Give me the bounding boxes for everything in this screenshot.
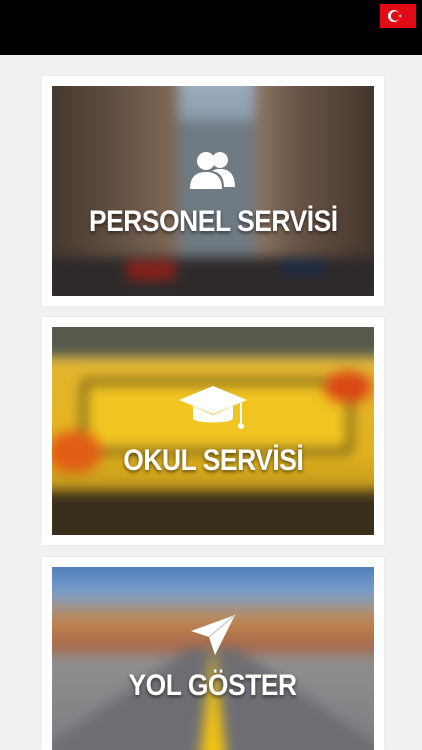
school-bus-photo: OKUL SERVİSİ (52, 327, 374, 535)
users-icon (190, 152, 235, 189)
city-street-photo: PERSONEL SERVİSİ (52, 86, 374, 296)
menu-card-yol-goster[interactable]: YOL GÖSTER (42, 557, 384, 750)
menu-label: OKUL SERVİSİ (122, 444, 304, 477)
navigation-arrow-icon (191, 614, 236, 655)
menu-label: YOL GÖSTER (128, 669, 298, 702)
desert-road-photo: YOL GÖSTER (52, 567, 374, 750)
turkey-flag-icon[interactable] (380, 4, 416, 28)
menu-card-okul-servisi[interactable]: OKUL SERVİSİ (42, 317, 384, 545)
graduation-cap-icon (179, 386, 247, 429)
top-bar (0, 0, 422, 55)
menu-label: PERSONEL SERVİSİ (88, 205, 338, 238)
menu-card-personel-servisi[interactable]: PERSONEL SERVİSİ (42, 76, 384, 306)
